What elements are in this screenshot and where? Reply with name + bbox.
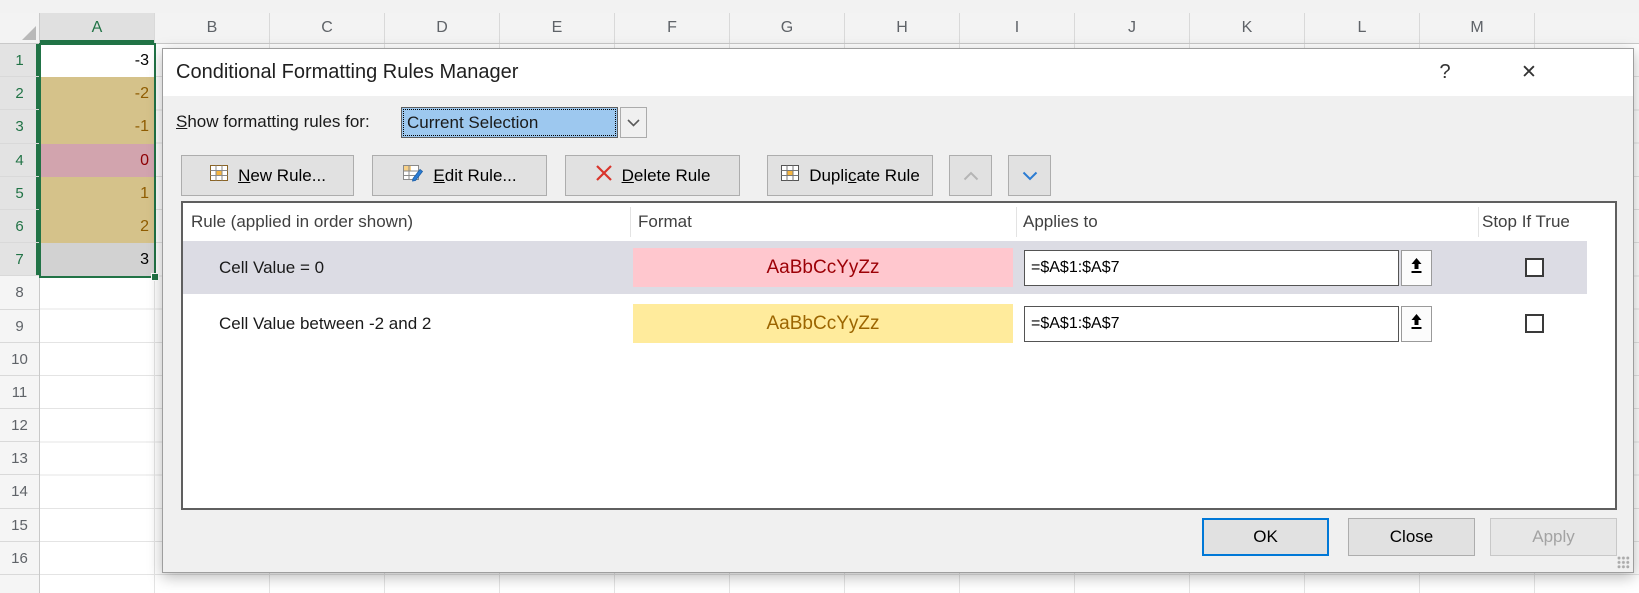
- column-header-K[interactable]: K: [1190, 13, 1305, 43]
- conditional-formatting-rules-manager-dialog: Conditional Formatting Rules Manager ? ✕…: [162, 48, 1634, 573]
- rule-format-preview: AaBbCcYyZz: [633, 304, 1013, 343]
- column-header-I[interactable]: I: [960, 13, 1075, 43]
- column-header-H[interactable]: H: [845, 13, 960, 43]
- ok-button[interactable]: OK: [1202, 518, 1329, 556]
- applies-to-column-header: Applies to: [1023, 203, 1098, 241]
- column-header-D[interactable]: D: [385, 13, 500, 43]
- row-header-1[interactable]: 1: [0, 44, 39, 77]
- help-icon[interactable]: ?: [1425, 49, 1465, 96]
- rule-name: Cell Value between -2 and 2: [219, 297, 431, 350]
- select-all-corner[interactable]: [0, 13, 40, 44]
- chevron-up-icon: [963, 166, 979, 186]
- rule-row[interactable]: Cell Value = 0 AaBbCcYyZz: [183, 241, 1587, 294]
- row-header-2[interactable]: 2: [0, 77, 39, 110]
- column-a-cells: -3-2-10123: [40, 44, 155, 276]
- cell-A7[interactable]: 3: [40, 243, 155, 276]
- table-grid-pencil-icon: [402, 163, 424, 188]
- rules-list-box: Rule (applied in order shown) Format App…: [181, 201, 1617, 510]
- label-accel: S: [176, 112, 187, 131]
- range-picker-button[interactable]: [1401, 306, 1432, 342]
- show-formatting-rules-label: Show formatting rules for:: [176, 112, 370, 132]
- cell-A5[interactable]: 1: [40, 177, 155, 210]
- applies-to-input[interactable]: [1024, 306, 1399, 342]
- row-header-10[interactable]: 10: [0, 343, 39, 376]
- table-grid-icon: [209, 163, 229, 188]
- column-header-B[interactable]: B: [155, 13, 270, 43]
- chevron-down-icon: [1022, 166, 1038, 186]
- column-header-G[interactable]: G: [730, 13, 845, 43]
- applies-to-input[interactable]: [1024, 250, 1399, 286]
- column-header-F[interactable]: F: [615, 13, 730, 43]
- cell-A1[interactable]: -3: [40, 44, 155, 77]
- cell-A4[interactable]: 0: [40, 144, 155, 177]
- stop-if-true-column-header: Stop If True: [1482, 203, 1570, 241]
- column-header-M[interactable]: M: [1420, 13, 1535, 43]
- row-header-12[interactable]: 12: [0, 409, 39, 442]
- new-rule-label: New Rule...: [238, 166, 326, 186]
- header-separator: [630, 207, 631, 237]
- table-grid-icon: [780, 163, 800, 188]
- format-column-header: Format: [638, 203, 692, 241]
- dialog-resize-grip[interactable]: [1617, 556, 1630, 569]
- row-header-13[interactable]: 13: [0, 442, 39, 475]
- label-post: how formatting rules for:: [187, 112, 369, 131]
- row-header-14[interactable]: 14: [0, 475, 39, 508]
- rule-format-preview: AaBbCcYyZz: [633, 248, 1013, 287]
- dialog-title: Conditional Formatting Rules Manager: [176, 49, 518, 96]
- row-header-7[interactable]: 7: [0, 243, 39, 276]
- edit-rule-label: Edit Rule...: [433, 166, 516, 186]
- column-header-C[interactable]: C: [270, 13, 385, 43]
- rule-row[interactable]: Cell Value between -2 and 2 AaBbCcYyZz: [183, 297, 1587, 350]
- dialog-titlebar[interactable]: Conditional Formatting Rules Manager ? ✕: [163, 49, 1633, 96]
- cell-A3[interactable]: -1: [40, 110, 155, 143]
- collapse-range-arrow-icon: [1409, 313, 1424, 335]
- row-header-3[interactable]: 3: [0, 110, 39, 143]
- row-header-16[interactable]: 16: [0, 542, 39, 575]
- delete-rule-button[interactable]: Delete Rule: [565, 155, 740, 196]
- close-icon[interactable]: ✕: [1499, 49, 1559, 96]
- delete-rule-label: Delete Rule: [622, 166, 711, 186]
- rule-name: Cell Value = 0: [219, 241, 324, 294]
- excel-window: ABCDEFGHIJKLM 12345678910111213141516 -3…: [0, 0, 1639, 593]
- header-separator: [1478, 207, 1479, 237]
- stop-if-true-checkbox[interactable]: [1525, 314, 1544, 333]
- new-rule-button[interactable]: New Rule...: [181, 155, 354, 196]
- duplicate-rule-label: Duplicate Rule: [809, 166, 920, 186]
- header-separator: [1016, 207, 1017, 237]
- column-header-A[interactable]: A: [40, 13, 155, 43]
- dropdown-selected-value: Current Selection: [401, 107, 618, 138]
- edit-rule-button[interactable]: Edit Rule...: [372, 155, 547, 196]
- cell-A6[interactable]: 2: [40, 210, 155, 243]
- apply-button[interactable]: Apply: [1490, 518, 1617, 556]
- rule-column-header: Rule (applied in order shown): [191, 203, 413, 241]
- move-rule-up-button[interactable]: [949, 155, 992, 196]
- row-header-8[interactable]: 8: [0, 276, 39, 309]
- row-headers: 12345678910111213141516: [0, 44, 40, 593]
- row-header-15[interactable]: 15: [0, 509, 39, 542]
- column-header-L[interactable]: L: [1305, 13, 1420, 43]
- row-header-4[interactable]: 4: [0, 144, 39, 177]
- applies-to-field: [1024, 250, 1432, 286]
- column-header-E[interactable]: E: [500, 13, 615, 43]
- close-button[interactable]: Close: [1348, 518, 1475, 556]
- red-x-icon: [595, 164, 613, 187]
- row-header-6[interactable]: 6: [0, 210, 39, 243]
- duplicate-rule-button[interactable]: Duplicate Rule: [767, 155, 933, 196]
- column-headers: ABCDEFGHIJKLM: [40, 13, 1639, 44]
- chevron-down-icon[interactable]: [620, 107, 647, 138]
- column-header-J[interactable]: J: [1075, 13, 1190, 43]
- row-header-5[interactable]: 5: [0, 177, 39, 210]
- collapse-range-arrow-icon: [1409, 257, 1424, 279]
- stop-if-true-checkbox[interactable]: [1525, 258, 1544, 277]
- show-rules-for-dropdown[interactable]: Current Selection: [401, 107, 647, 138]
- cell-A2[interactable]: -2: [40, 77, 155, 110]
- applies-to-field: [1024, 306, 1432, 342]
- row-header-11[interactable]: 11: [0, 376, 39, 409]
- formula-bar-bottom-strip: [0, 0, 1639, 13]
- row-header-9[interactable]: 9: [0, 310, 39, 343]
- move-rule-down-button[interactable]: [1008, 155, 1051, 196]
- range-picker-button[interactable]: [1401, 250, 1432, 286]
